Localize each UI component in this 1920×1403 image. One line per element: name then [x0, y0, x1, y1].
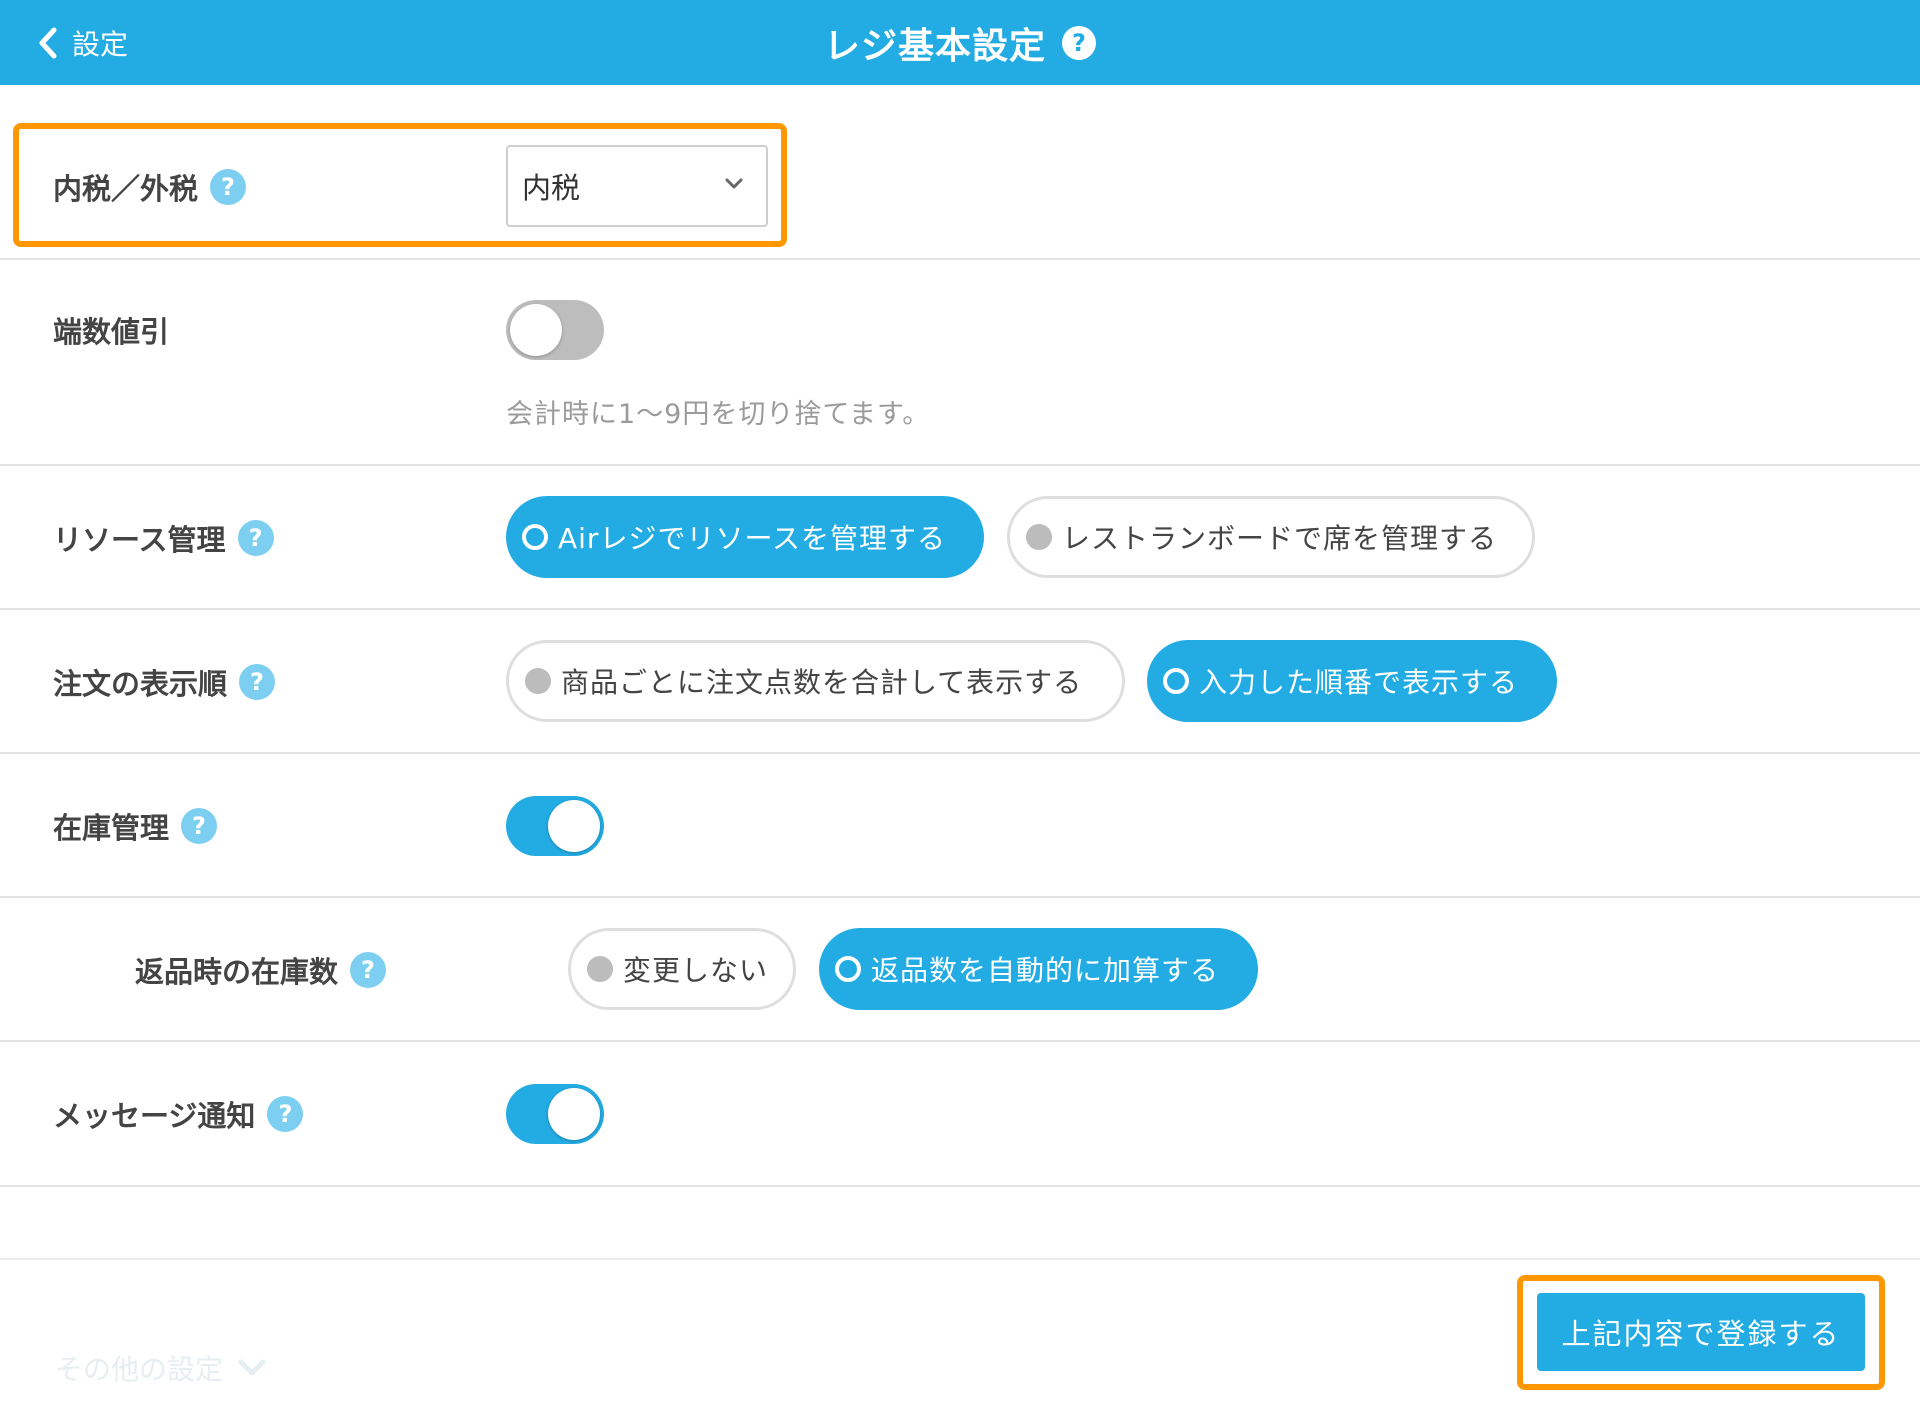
resource-option-airregi[interactable]: Airレジでリソースを管理する — [506, 496, 984, 578]
return-stock-label-group: 返品時の在庫数 ? — [135, 950, 387, 990]
inventory-label-group: 在庫管理 ? — [53, 806, 218, 846]
radio-selected-icon — [522, 524, 548, 550]
inventory-help-icon[interactable]: ? — [181, 808, 218, 844]
chevron-down-icon — [238, 1359, 266, 1376]
other-settings-toggle[interactable]: その他の設定 — [55, 1348, 267, 1388]
inventory-toggle[interactable] — [506, 796, 604, 856]
page-title: レジ基本設定 — [823, 25, 1046, 67]
rounding-setting-row: 端数値引 会計時に1〜9円を切り捨てます。 — [0, 260, 1920, 466]
resource-setting-label-group: リソース管理 ? — [53, 518, 274, 558]
resource-help-icon[interactable]: ? — [237, 520, 274, 556]
radio-selected-icon — [1163, 668, 1189, 694]
order-option-input-order-label: 入力した順番で表示する — [1199, 666, 1519, 699]
rounding-setting-label: 端数値引 — [53, 315, 170, 349]
return-option-no-change[interactable]: 変更しない — [568, 928, 796, 1010]
tax-type-selected-value: 内税 — [522, 171, 581, 205]
toggle-knob — [510, 304, 562, 356]
tax-type-select[interactable]: 内税 — [506, 145, 768, 227]
tax-setting-label: 内税／外税 — [53, 172, 199, 206]
message-help-icon[interactable]: ? — [267, 1096, 304, 1132]
radio-unselected-icon — [587, 956, 613, 982]
resource-option-airregi-label: Airレジでリソースを管理する — [558, 522, 947, 555]
message-toggle[interactable] — [506, 1084, 604, 1144]
order-option-grouped[interactable]: 商品ごとに注文点数を合計して表示する — [506, 640, 1125, 722]
tax-setting-label-group: 内税／外税 ? — [53, 167, 247, 207]
toggle-knob — [548, 1088, 600, 1140]
order-display-label-group: 注文の表示順 ? — [53, 662, 276, 702]
message-label-group: メッセージ通知 ? — [53, 1094, 304, 1134]
order-display-setting-row: 注文の表示順 ? 商品ごとに注文点数を合計して表示する 入力した順番で表示する — [0, 610, 1920, 754]
radio-unselected-icon — [1026, 524, 1052, 550]
other-settings-label: その他の設定 — [55, 1353, 224, 1386]
order-display-help-icon[interactable]: ? — [239, 664, 276, 700]
message-setting-row: メッセージ通知 ? — [0, 1042, 1920, 1187]
order-option-grouped-label: 商品ごとに注文点数を合計して表示する — [561, 666, 1083, 699]
page-title-wrap: レジ基本設定 ? — [0, 0, 1920, 85]
order-option-input-order[interactable]: 入力した順番で表示する — [1147, 640, 1557, 722]
radio-unselected-icon — [525, 668, 551, 694]
resource-setting-label: リソース管理 — [53, 523, 226, 557]
resource-setting-row: リソース管理 ? Airレジでリソースを管理する レストランボードで席を管理する — [0, 466, 1920, 610]
chevron-down-icon — [725, 178, 743, 189]
message-label: メッセージ通知 — [53, 1099, 256, 1133]
resource-option-restaurant-board-label: レストランボードで席を管理する — [1062, 522, 1498, 555]
return-option-auto-add-label: 返品数を自動的に加算する — [871, 954, 1220, 987]
toggle-knob — [548, 800, 600, 852]
submit-button[interactable]: 上記内容で登録する — [1537, 1293, 1865, 1371]
return-stock-label: 返品時の在庫数 — [135, 955, 339, 989]
tax-setting-row: 内税／外税 ? 内税 — [0, 85, 1920, 260]
header-bar: 設定 レジ基本設定 ? — [0, 0, 1920, 85]
rounding-setting-label-group: 端数値引 — [53, 310, 169, 350]
radio-selected-icon — [835, 956, 861, 982]
rounding-note: 会計時に1〜9円を切り捨てます。 — [506, 399, 931, 430]
inventory-label: 在庫管理 — [53, 811, 170, 845]
return-option-no-change-label: 変更しない — [623, 954, 769, 987]
resource-option-restaurant-board[interactable]: レストランボードで席を管理する — [1007, 496, 1535, 578]
tax-help-icon[interactable]: ? — [210, 169, 247, 205]
order-display-label: 注文の表示順 — [53, 667, 228, 701]
return-option-auto-add[interactable]: 返品数を自動的に加算する — [819, 928, 1258, 1010]
inventory-setting-row: 在庫管理 ? — [0, 754, 1920, 898]
return-stock-setting-row: 返品時の在庫数 ? 変更しない 返品数を自動的に加算する — [0, 898, 1920, 1042]
rounding-toggle[interactable] — [506, 300, 604, 360]
return-stock-help-icon[interactable]: ? — [350, 952, 387, 988]
footer-bar: その他の設定 上記内容で登録する — [0, 1258, 1920, 1403]
help-icon[interactable]: ? — [1062, 25, 1096, 60]
